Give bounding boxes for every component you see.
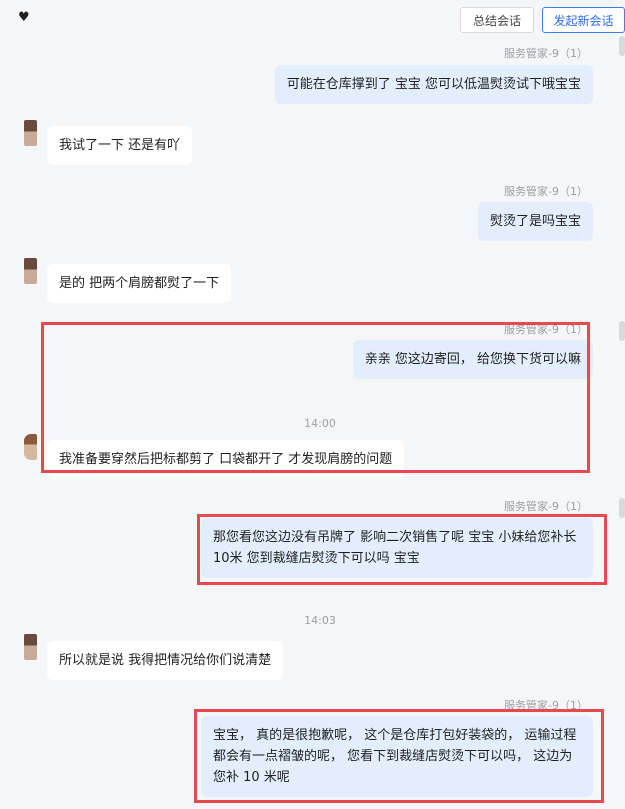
customer-avatar[interactable] bbox=[24, 434, 37, 460]
customer-avatar[interactable] bbox=[24, 120, 37, 146]
message-incoming: 所以就是说 我得把情况给你们说清楚 bbox=[47, 641, 284, 680]
chat-header: ♥ 总结会话 发起新会话 bbox=[0, 0, 625, 40]
scrollbar-thumb[interactable] bbox=[619, 498, 625, 518]
agent-name: 服务管家-9（1） bbox=[504, 185, 588, 198]
customer-avatar[interactable] bbox=[24, 258, 37, 284]
message-outgoing: 熨烫了是吗宝宝 bbox=[477, 202, 593, 241]
agent-name: 服务管家-9（1） bbox=[504, 500, 588, 513]
scrollbar-thumb[interactable] bbox=[619, 36, 625, 56]
scrollbar-thumb[interactable] bbox=[619, 321, 625, 341]
message-incoming: 我试了一下 还是有吖 bbox=[47, 126, 193, 165]
heart-icon[interactable]: ♥ bbox=[18, 10, 30, 25]
agent-name: 服务管家-9（1） bbox=[504, 47, 588, 60]
timestamp: 14:03 bbox=[304, 614, 336, 627]
highlight-box bbox=[194, 709, 604, 803]
message-incoming: 是的 把两个肩膀都熨了一下 bbox=[47, 264, 232, 303]
new-session-button[interactable]: 发起新会话 bbox=[542, 7, 625, 33]
highlight-box bbox=[197, 514, 607, 585]
customer-avatar[interactable] bbox=[24, 634, 37, 660]
summarize-session-button[interactable]: 总结会话 bbox=[460, 7, 534, 33]
highlight-box bbox=[41, 322, 590, 473]
message-outgoing: 可能在仓库撑到了 宝宝 您可以低温熨烫试下哦宝宝 bbox=[274, 65, 593, 104]
